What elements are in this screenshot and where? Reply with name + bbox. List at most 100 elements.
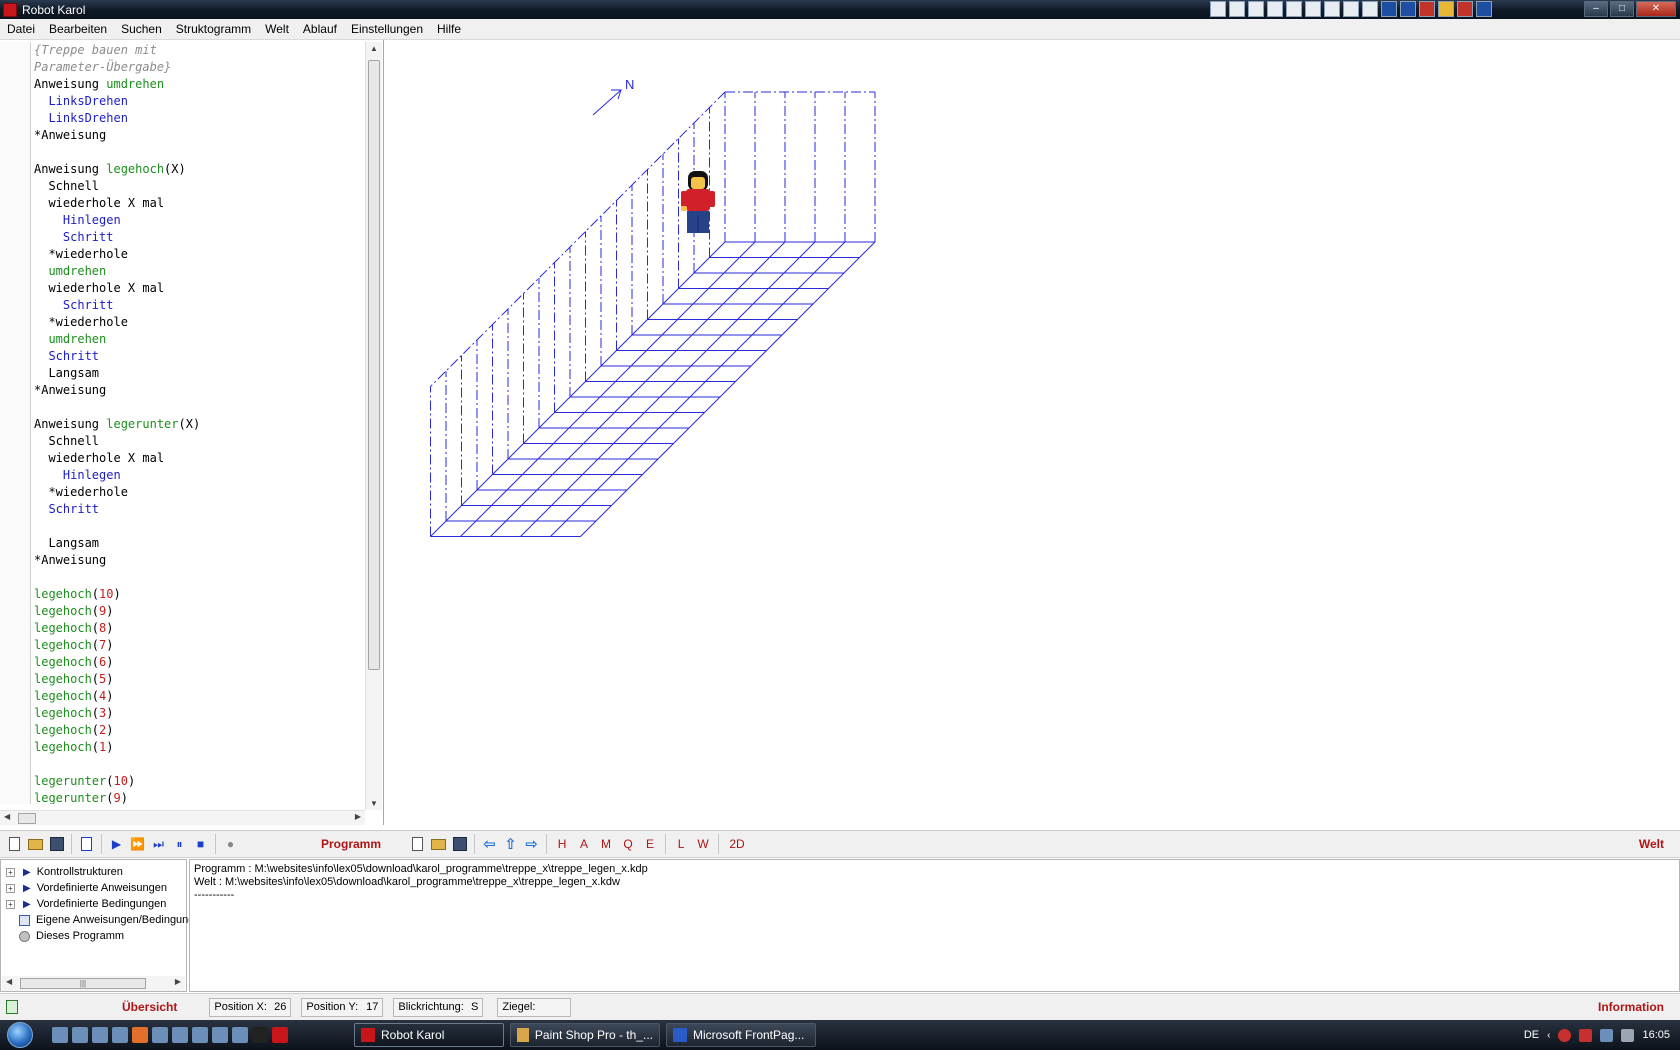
code-line[interactable]: legehoch(7) [34, 637, 364, 654]
code-line[interactable]: Langsam [34, 535, 364, 552]
tree-item-vordefinierte-anweisungen[interactable]: + ▶ Vordefinierte Anweisungen [1, 880, 167, 896]
turn-right-button[interactable]: ⇨ [521, 834, 542, 855]
code-line[interactable]: *wiederhole [34, 484, 364, 501]
code-line[interactable]: legehoch(4) [34, 688, 364, 705]
code-line[interactable]: Schritt [34, 501, 364, 518]
code-line[interactable]: umdrehen [34, 331, 364, 348]
information-label[interactable]: Information [1598, 1000, 1664, 1014]
computer-icon[interactable] [232, 1027, 248, 1043]
desktop-icon[interactable] [52, 1027, 68, 1043]
step-forward-button[interactable]: ⇧ [500, 834, 521, 855]
close-icon[interactable]: ✕ [1636, 1, 1676, 17]
load-world-button[interactable]: L [670, 837, 692, 851]
menu-suchen[interactable]: Suchen [114, 22, 169, 36]
check-syntax-button[interactable] [76, 834, 97, 855]
clipart-icon[interactable] [1438, 1, 1454, 17]
menu-datei[interactable]: Datei [0, 22, 42, 36]
code-line[interactable]: LinksDrehen [34, 110, 364, 127]
code-line[interactable]: Hinlegen [34, 467, 364, 484]
calendar-icon[interactable] [1286, 1, 1302, 17]
code-line[interactable]: legerunter(10) [34, 773, 364, 790]
menu-bearbeiten[interactable]: Bearbeiten [42, 22, 114, 36]
refresh-icon[interactable] [6, 1000, 18, 1014]
code-line[interactable]: Hinlegen [34, 212, 364, 229]
console-icon[interactable] [252, 1027, 268, 1043]
code-line[interactable] [34, 518, 364, 535]
tray-expand-icon[interactable]: ‹ [1547, 1030, 1550, 1041]
mail-icon[interactable] [1267, 1, 1283, 17]
code-line[interactable]: Parameter-Übergabe} [34, 59, 364, 76]
menu-struktogramm[interactable]: Struktogramm [169, 22, 258, 36]
excel-icon[interactable] [1400, 1, 1416, 17]
code-line[interactable]: legehoch(3) [34, 705, 364, 722]
code-line[interactable] [34, 756, 364, 773]
scroll-left-icon[interactable]: ◀ [4, 812, 10, 821]
app-icon[interactable] [152, 1027, 168, 1043]
code-line[interactable]: Schnell [34, 433, 364, 450]
word-icon[interactable] [1381, 1, 1397, 17]
code-line[interactable]: legerunter(9) [34, 790, 364, 804]
code-line[interactable]: legehoch(10) [34, 586, 364, 603]
code-text[interactable]: {Treppe bauen mit Parameter-Übergabe} Anwe… [34, 42, 364, 804]
run-fast-button[interactable]: ⏩ [127, 834, 148, 855]
scroll-left-icon[interactable]: ◀ [6, 977, 12, 986]
markesetzen-button[interactable]: M [595, 837, 617, 851]
app-icon[interactable] [212, 1027, 228, 1043]
scroll-right-icon[interactable]: ▶ [175, 977, 181, 986]
code-line[interactable]: Schritt [34, 348, 364, 365]
breakpoint-button[interactable]: ● [220, 834, 241, 855]
open-world-button[interactable] [428, 834, 449, 855]
scroll-thumb[interactable] [18, 813, 36, 824]
minimize-icon[interactable]: – [1584, 1, 1608, 17]
office-app-icon[interactable] [1210, 1, 1226, 17]
scroll-thumb[interactable] [368, 60, 380, 670]
app-icon[interactable] [172, 1027, 188, 1043]
editor-vertical-scrollbar[interactable]: ▲ ▼ [365, 42, 382, 810]
code-line[interactable]: *wiederhole [34, 246, 364, 263]
overview-label[interactable]: Übersicht [122, 1000, 177, 1014]
editor-horizontal-scrollbar[interactable]: ◀ ▶ [0, 810, 365, 825]
code-line[interactable]: Anweisung legerunter(X) [34, 416, 364, 433]
code-line[interactable]: *Anweisung [34, 552, 364, 569]
step-button[interactable]: ⏭ [148, 834, 169, 855]
frontpage-icon[interactable] [1476, 1, 1492, 17]
stop-button[interactable]: ■ [190, 834, 211, 855]
code-line[interactable]: Langsam [34, 365, 364, 382]
alert-icon[interactable] [1579, 1028, 1593, 1042]
code-line[interactable]: legehoch(5) [34, 671, 364, 688]
contact-icon[interactable] [1324, 1, 1340, 17]
expand-icon[interactable]: + [6, 883, 15, 893]
code-line[interactable]: umdrehen [34, 263, 364, 280]
code-line[interactable]: legehoch(1) [34, 739, 364, 756]
tree-item-dieses-programm[interactable]: Dieses Programm [1, 928, 124, 944]
code-line[interactable]: *Anweisung [34, 127, 364, 144]
access-icon[interactable] [1457, 1, 1473, 17]
menu-einstellungen[interactable]: Einstellungen [344, 22, 430, 36]
code-line[interactable]: LinksDrehen [34, 93, 364, 110]
robot-karol-icon[interactable] [272, 1027, 288, 1043]
code-line[interactable]: legehoch(8) [34, 620, 364, 637]
task-icon[interactable] [1305, 1, 1321, 17]
view-2d-button[interactable]: 2D [723, 837, 751, 851]
task-paint-shop-pro[interactable]: Paint Shop Pro - th_... [510, 1023, 660, 1047]
app-icon[interactable] [112, 1027, 128, 1043]
code-line[interactable]: {Treppe bauen mit [34, 42, 364, 59]
world-view[interactable]: N [385, 40, 1680, 825]
app-icon[interactable] [192, 1027, 208, 1043]
tree-item-eigene-anweisungen[interactable]: Eigene Anweisungen/Bedingungen [1, 912, 207, 928]
code-line[interactable]: Anweisung umdrehen [34, 76, 364, 93]
code-line[interactable]: *Anweisung [34, 382, 364, 399]
save-world-button[interactable] [449, 834, 470, 855]
code-line[interactable]: legehoch(9) [34, 603, 364, 620]
office-app-icon[interactable] [1229, 1, 1245, 17]
tree-item-vordefinierte-bedingungen[interactable]: + ▶ Vordefinierte Bedingungen [1, 896, 166, 912]
security-icon[interactable] [1558, 1028, 1572, 1042]
code-line[interactable] [34, 144, 364, 161]
expand-icon[interactable]: + [6, 867, 15, 877]
pause-button[interactable]: ⏸ [169, 834, 190, 855]
code-line[interactable] [34, 399, 364, 416]
scroll-down-icon[interactable]: ▼ [370, 799, 378, 808]
volume-icon[interactable] [1621, 1028, 1635, 1042]
scroll-right-icon[interactable]: ▶ [355, 812, 361, 821]
start-button[interactable] [0, 1020, 40, 1050]
